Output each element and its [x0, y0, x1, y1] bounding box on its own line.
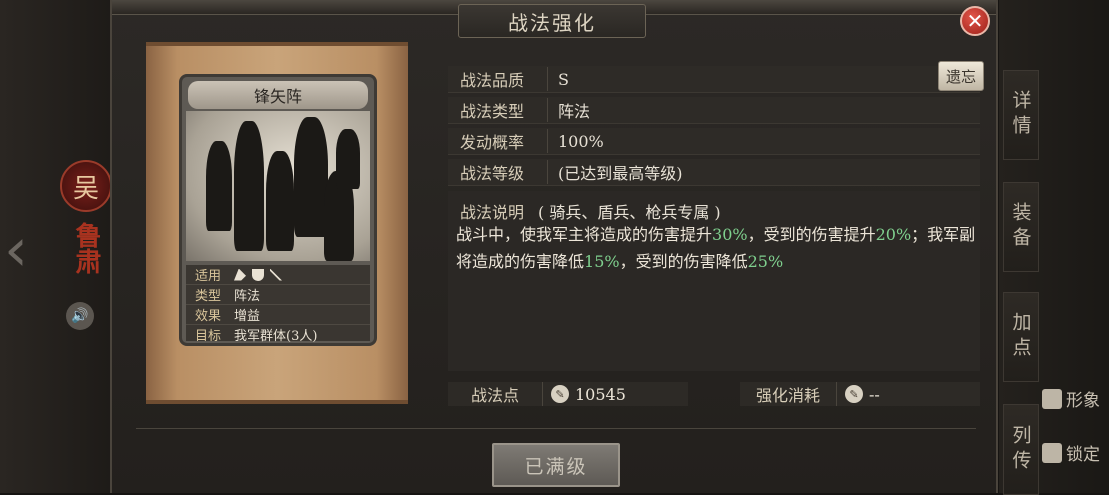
attr-key: 发动概率 [448, 129, 548, 153]
attr-value: 阵法 [558, 102, 591, 121]
dialog-title: 战法强化 [458, 4, 646, 38]
skill-card-info: 适用 类型 阵法 效果 增益 目标 我军群体(3人) [186, 265, 370, 344]
tab-details[interactable]: 详情 [1003, 70, 1039, 160]
description-header: 战法说明 ( 骑兵、盾兵、枪兵专属 ) [460, 199, 721, 223]
upgrade-cost: 强化消耗 ✎ -- [740, 382, 980, 406]
info-row-target: 目标 我军群体(3人) [186, 325, 370, 344]
attr-value: (已达到最高等级) [558, 164, 683, 183]
info-value: 我军群体(3人) [234, 329, 318, 344]
back-arrow-icon[interactable]: ‹ [4, 215, 28, 285]
info-row-type: 类型 阵法 [186, 285, 370, 305]
attr-quality: 战法品质 S [448, 66, 980, 93]
tab-equipment[interactable]: 装备 [1003, 182, 1039, 272]
option-lock[interactable]: 锁定 [1042, 440, 1100, 465]
description-highlight: 20% [875, 225, 912, 244]
attr-value: 100% [558, 131, 604, 151]
lock-icon [1042, 442, 1062, 463]
skill-upgrade-dialog: 战法强化 ✕ 锋矢阵 适用 类型 阵法 效果 增益 目标 我军群体(3人) 战法… [110, 0, 998, 493]
skill-card: 锋矢阵 适用 类型 阵法 效果 增益 目标 我军群体(3人) [179, 74, 377, 346]
coin-icon: ✎ [551, 385, 569, 403]
option-lock-label: 锁定 [1066, 445, 1100, 465]
info-value: 增益 [234, 309, 261, 324]
upgrade-cost-label: 强化消耗 [740, 382, 837, 406]
description-part: ，受到的伤害提升 [747, 225, 876, 244]
attr-key: 战法等级 [448, 160, 548, 184]
faction-seal: 吴 [60, 160, 112, 212]
description-highlight: 30% [712, 225, 748, 244]
info-key: 效果 [194, 309, 221, 324]
info-value: 阵法 [234, 289, 261, 304]
description-part: 战斗中，使我军主将造成的伤害提升 [456, 225, 713, 244]
forget-button[interactable]: 遗忘 [938, 61, 984, 91]
max-level-button[interactable]: 已满级 [492, 443, 620, 487]
attr-type: 战法类型 阵法 [448, 97, 980, 124]
description-box: 战法说明( 骑兵、盾兵、枪兵专属 ) 战斗中，使我军主将造成的伤害提升30%，受… [448, 191, 980, 371]
attr-key: 战法品质 [448, 67, 548, 91]
hero-name: 鲁肃 [71, 222, 101, 274]
skill-points: 战法点 ✎ 10545 [448, 382, 688, 406]
attr-key: 战法类型 [448, 98, 548, 122]
attr-probability: 发动概率 100% [448, 128, 980, 155]
cavalry-icon [234, 268, 246, 281]
spear-icon [270, 268, 282, 281]
upgrade-cost-value: -- [869, 384, 880, 404]
info-value [230, 268, 370, 281]
close-icon[interactable]: ✕ [960, 6, 990, 36]
skill-card-art [186, 111, 370, 261]
info-key: 类型 [194, 289, 221, 304]
shield-icon [252, 268, 264, 281]
skill-points-value: 10545 [575, 384, 626, 404]
option-appearance[interactable]: 形象 [1042, 386, 1100, 411]
attr-value: S [558, 69, 569, 89]
tab-points[interactable]: 加点 [1003, 292, 1039, 382]
info-row-applicable: 适用 [186, 265, 370, 285]
info-key: 适用 [194, 269, 221, 284]
description-label: 战法说明 [460, 203, 525, 222]
info-row-effect: 效果 增益 [186, 305, 370, 325]
skill-scroll: 锋矢阵 适用 类型 阵法 效果 增益 目标 我军群体(3人) [146, 42, 408, 404]
info-key: 目标 [194, 329, 221, 344]
skill-card-name: 锋矢阵 [188, 81, 368, 109]
description-tag: ( 骑兵、盾兵、枪兵专属 ) [538, 203, 721, 222]
description-highlight: 25% [747, 252, 784, 271]
option-appearance-label: 形象 [1066, 391, 1100, 411]
footer-divider [136, 428, 976, 429]
description-part: ，受到的伤害降低 [619, 252, 748, 271]
tab-biography[interactable]: 列传 [1003, 404, 1039, 495]
attr-level: 战法等级 (已达到最高等级) [448, 159, 980, 186]
figure-icon [1042, 388, 1062, 409]
description-highlight: 15% [584, 252, 620, 271]
coin-icon: ✎ [845, 385, 863, 403]
skill-points-label: 战法点 [448, 382, 543, 406]
description-text: 战斗中，使我军主将造成的伤害提升30%，受到的伤害提升20%；我军副将造成的伤害… [456, 221, 976, 275]
voice-icon[interactable]: 🔊 [66, 302, 94, 330]
